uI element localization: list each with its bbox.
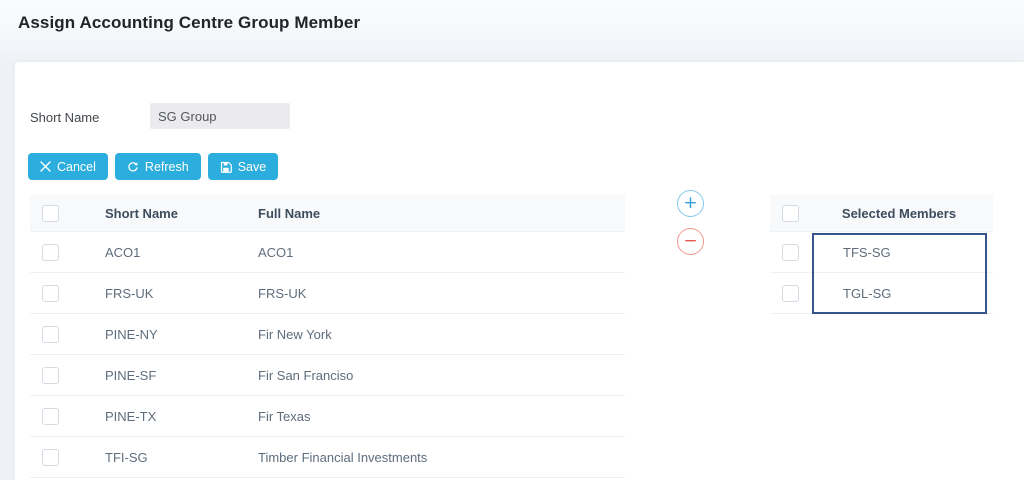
cell-short-name: PINE-SF: [105, 367, 157, 383]
cell-short-name: FRS-UK: [105, 285, 154, 301]
save-icon: [220, 161, 232, 173]
cell-full-name: Timber Financial Investments: [258, 449, 428, 465]
refresh-button[interactable]: Refresh: [114, 153, 201, 180]
table-row: PINE-NY Fir New York: [30, 314, 625, 355]
row-checkbox[interactable]: [42, 325, 59, 343]
cancel-button[interactable]: Cancel: [28, 153, 108, 180]
refresh-button-label: Refresh: [144, 159, 189, 174]
cell-full-name: Fir San Franciso: [258, 367, 354, 383]
toolbar: Cancel Refresh Save: [28, 153, 279, 180]
short-name-input[interactable]: [150, 103, 290, 129]
selected-select-all-checkbox[interactable]: [782, 204, 799, 222]
row-checkbox[interactable]: [42, 284, 59, 302]
close-icon: [40, 161, 51, 172]
short-name-label: Short Name: [30, 110, 100, 125]
cell-member-name: TGL-SG: [843, 285, 892, 301]
table-row: ACO1 ACO1: [30, 232, 625, 273]
row-checkbox[interactable]: [42, 407, 59, 425]
row-checkbox[interactable]: [42, 243, 59, 261]
save-button[interactable]: Save: [207, 153, 279, 180]
refresh-icon: [127, 161, 139, 173]
page-title: Assign Accounting Centre Group Member: [18, 13, 361, 32]
selected-table-header: Selected Members: [770, 195, 993, 232]
row-checkbox[interactable]: [782, 284, 799, 302]
cell-full-name: ACO1: [258, 244, 294, 260]
cell-short-name: PINE-TX: [105, 408, 157, 424]
minus-icon: −: [683, 230, 698, 251]
row-checkbox[interactable]: [42, 448, 59, 466]
plus-icon: +: [683, 192, 698, 213]
table-row: PINE-SF Fir San Franciso: [30, 355, 625, 396]
selected-table-row: TFS-SG: [770, 232, 993, 273]
table-row: TFI-SG Timber Financial Investments: [30, 437, 625, 478]
cell-short-name: TFI-SG: [105, 449, 148, 465]
column-header-selected-members: Selected Members: [841, 205, 957, 221]
selected-members-table: Selected Members TFS-SG TGL-SG: [770, 195, 993, 314]
content-card: Short Name Cancel Refresh Save Short Nam…: [15, 62, 1024, 480]
table-row: FRS-UK FRS-UK: [30, 273, 625, 314]
cell-full-name: Fir New York: [258, 326, 332, 342]
select-all-checkbox[interactable]: [42, 204, 59, 222]
available-members-table: Short Name Full Name ACO1 ACO1 FRS-UK FR…: [30, 195, 625, 478]
add-member-button[interactable]: +: [677, 190, 704, 217]
save-button-label: Save: [237, 159, 267, 174]
available-table-header: Short Name Full Name: [30, 195, 625, 232]
column-header-short-name: Short Name: [105, 205, 178, 221]
cell-short-name: ACO1: [105, 244, 141, 260]
cancel-button-label: Cancel: [57, 159, 96, 174]
selected-table-row: TGL-SG: [770, 273, 993, 314]
cell-full-name: FRS-UK: [258, 285, 307, 301]
table-row: PINE-TX Fir Texas: [30, 396, 625, 437]
row-checkbox[interactable]: [782, 243, 799, 261]
cell-member-name: TFS-SG: [843, 244, 891, 260]
cell-full-name: Fir Texas: [258, 408, 311, 424]
cell-short-name: PINE-NY: [105, 326, 158, 342]
column-header-full-name: Full Name: [258, 205, 321, 221]
row-checkbox[interactable]: [42, 366, 59, 384]
remove-member-button[interactable]: −: [677, 228, 704, 255]
